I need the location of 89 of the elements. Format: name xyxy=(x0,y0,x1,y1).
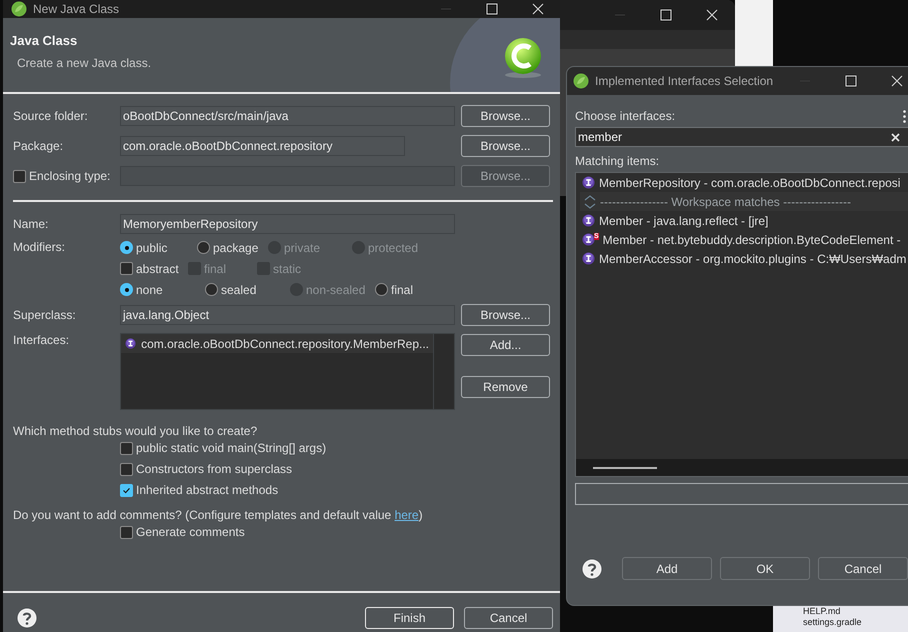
checkbox-label: final xyxy=(204,262,226,276)
help-icon[interactable] xyxy=(17,608,37,628)
help-icon[interactable] xyxy=(582,558,602,578)
interface-button[interactable]: Remove xyxy=(461,376,550,398)
superclass-field[interactable]: java.lang.Object xyxy=(120,305,455,325)
dialog-button[interactable]: Add xyxy=(622,557,712,580)
radio-button[interactable] xyxy=(205,283,218,296)
dialog-button[interactable]: Cancel xyxy=(818,557,908,580)
list-label: Matching items: xyxy=(575,154,660,168)
checkbox[interactable] xyxy=(120,484,133,496)
close-icon[interactable] xyxy=(891,75,903,87)
maximize-icon[interactable] xyxy=(845,75,857,87)
radio-button[interactable] xyxy=(120,241,133,254)
package-field[interactable]: com.oracle.oBootDbConnect.repository xyxy=(120,136,405,156)
interface-icon xyxy=(582,176,595,189)
separator-text: ----------------- Workspace matches ----------------- xyxy=(600,194,852,208)
scrollbar-thumb[interactable] xyxy=(593,467,657,469)
radio-label: final xyxy=(391,282,414,296)
field-label: Package: xyxy=(13,139,64,153)
interface-icon xyxy=(582,233,595,246)
checkbox-label: static xyxy=(273,262,302,276)
field-label: Modifiers: xyxy=(13,240,66,254)
clear-icon[interactable] xyxy=(891,132,900,142)
item-text: Member - net.bytebuddy.description.ByteCodeElement - xyxy=(602,232,901,246)
interface-icon xyxy=(582,214,595,227)
field-label: Interfaces: xyxy=(13,333,70,349)
item-text: MemberAccessor - org.mockito.plugins - C:₩Users₩adm xyxy=(599,252,906,266)
leaf-logo-icon xyxy=(11,1,27,17)
question-text: Which method stubs would you like to create? xyxy=(13,424,258,438)
item-text: MemberRepository - com.oracle.oBootDbConnect.reposi xyxy=(599,176,900,190)
interface-name: com.oracle.oBootDbConnect.repository.MemberRep... xyxy=(141,336,429,350)
field-label: Superclass: xyxy=(13,308,77,322)
templates-link[interactable]: here xyxy=(394,508,419,522)
prompt-label: Choose interfaces: xyxy=(575,109,676,123)
checkbox[interactable] xyxy=(120,442,133,454)
item-text: Member - java.lang.reflect - [jre] xyxy=(599,214,768,228)
close-icon[interactable] xyxy=(532,3,544,15)
editor-panel xyxy=(735,0,773,66)
dialog-button[interactable]: Cancel xyxy=(464,607,553,629)
radio-label: sealed xyxy=(221,282,256,296)
window-title: Implemented Interfaces Selection xyxy=(595,74,774,88)
checkbox-label: public static void main(String[] args) xyxy=(136,441,326,455)
header-subtitle: Create a new Java class. xyxy=(16,56,152,70)
checkbox[interactable] xyxy=(120,462,133,476)
field-label: Name: xyxy=(13,217,50,231)
radio-label: non-sealed xyxy=(306,282,366,296)
question-text: Do you want to add comments? (Configure templates and default value here) xyxy=(13,508,423,522)
search-field[interactable]: member xyxy=(575,127,908,147)
radio-label: package xyxy=(213,240,258,254)
checkbox-label: Generate comments xyxy=(136,525,245,539)
checkbox-label: Constructors from superclass xyxy=(136,462,292,476)
close-icon[interactable] xyxy=(706,9,718,21)
class-logo-icon xyxy=(503,37,543,79)
browse-button[interactable]: Browse... xyxy=(461,105,550,127)
checkbox-label: Inherited abstract methods xyxy=(136,483,278,497)
radio-label: none xyxy=(136,282,163,296)
interface-button[interactable]: Add... xyxy=(461,334,550,356)
maximize-icon[interactable] xyxy=(660,9,672,21)
tree-item[interactable]: HELP.md xyxy=(803,606,908,617)
radio-label: protected xyxy=(368,240,418,254)
browse-button[interactable]: Browse... xyxy=(461,304,550,326)
browse-button[interactable]: Browse... xyxy=(461,135,550,157)
field-label: Source folder: xyxy=(13,109,89,123)
dialog-button[interactable]: Finish xyxy=(365,607,454,629)
interface-list-item[interactable]: com.oracle.oBootDbConnect.repository.MemberRep... xyxy=(121,334,433,353)
checkbox[interactable] xyxy=(120,262,133,275)
header-title: Java Class xyxy=(10,33,78,48)
maximize-icon[interactable] xyxy=(486,3,498,15)
matching-item[interactable]: MemberRepository - com.oracle.oBootDbConnect.reposi xyxy=(576,173,908,192)
radio-button[interactable] xyxy=(375,283,388,296)
window-title: New Java Class xyxy=(33,2,120,16)
tree-item[interactable]: settings.gradle xyxy=(803,617,908,628)
radio-label: private xyxy=(284,240,320,254)
matching-item[interactable]: MemberAccessor - org.mockito.plugins - C:₩Users₩adm xyxy=(576,249,908,268)
collapse-icon[interactable] xyxy=(584,194,596,210)
checkbox[interactable] xyxy=(120,526,133,538)
checkbox-label: Enclosing type: xyxy=(29,169,110,183)
checkbox-label: abstract xyxy=(136,262,179,276)
menu-icon[interactable] xyxy=(903,110,906,122)
source-folder-field[interactable]: oBootDbConnect/src/main/java xyxy=(120,106,455,126)
dialog-button[interactable]: OK xyxy=(720,557,810,580)
matching-item[interactable]: Member - java.lang.reflect - [jre] xyxy=(576,211,908,230)
interface-icon xyxy=(582,252,595,265)
radio-label: public xyxy=(136,240,168,254)
radio-button[interactable] xyxy=(197,241,210,254)
interface-icon xyxy=(125,337,136,350)
radio-button[interactable] xyxy=(120,283,133,296)
name-field[interactable]: MemoryemberRepository xyxy=(120,214,455,234)
leaf-logo-icon xyxy=(573,73,589,89)
